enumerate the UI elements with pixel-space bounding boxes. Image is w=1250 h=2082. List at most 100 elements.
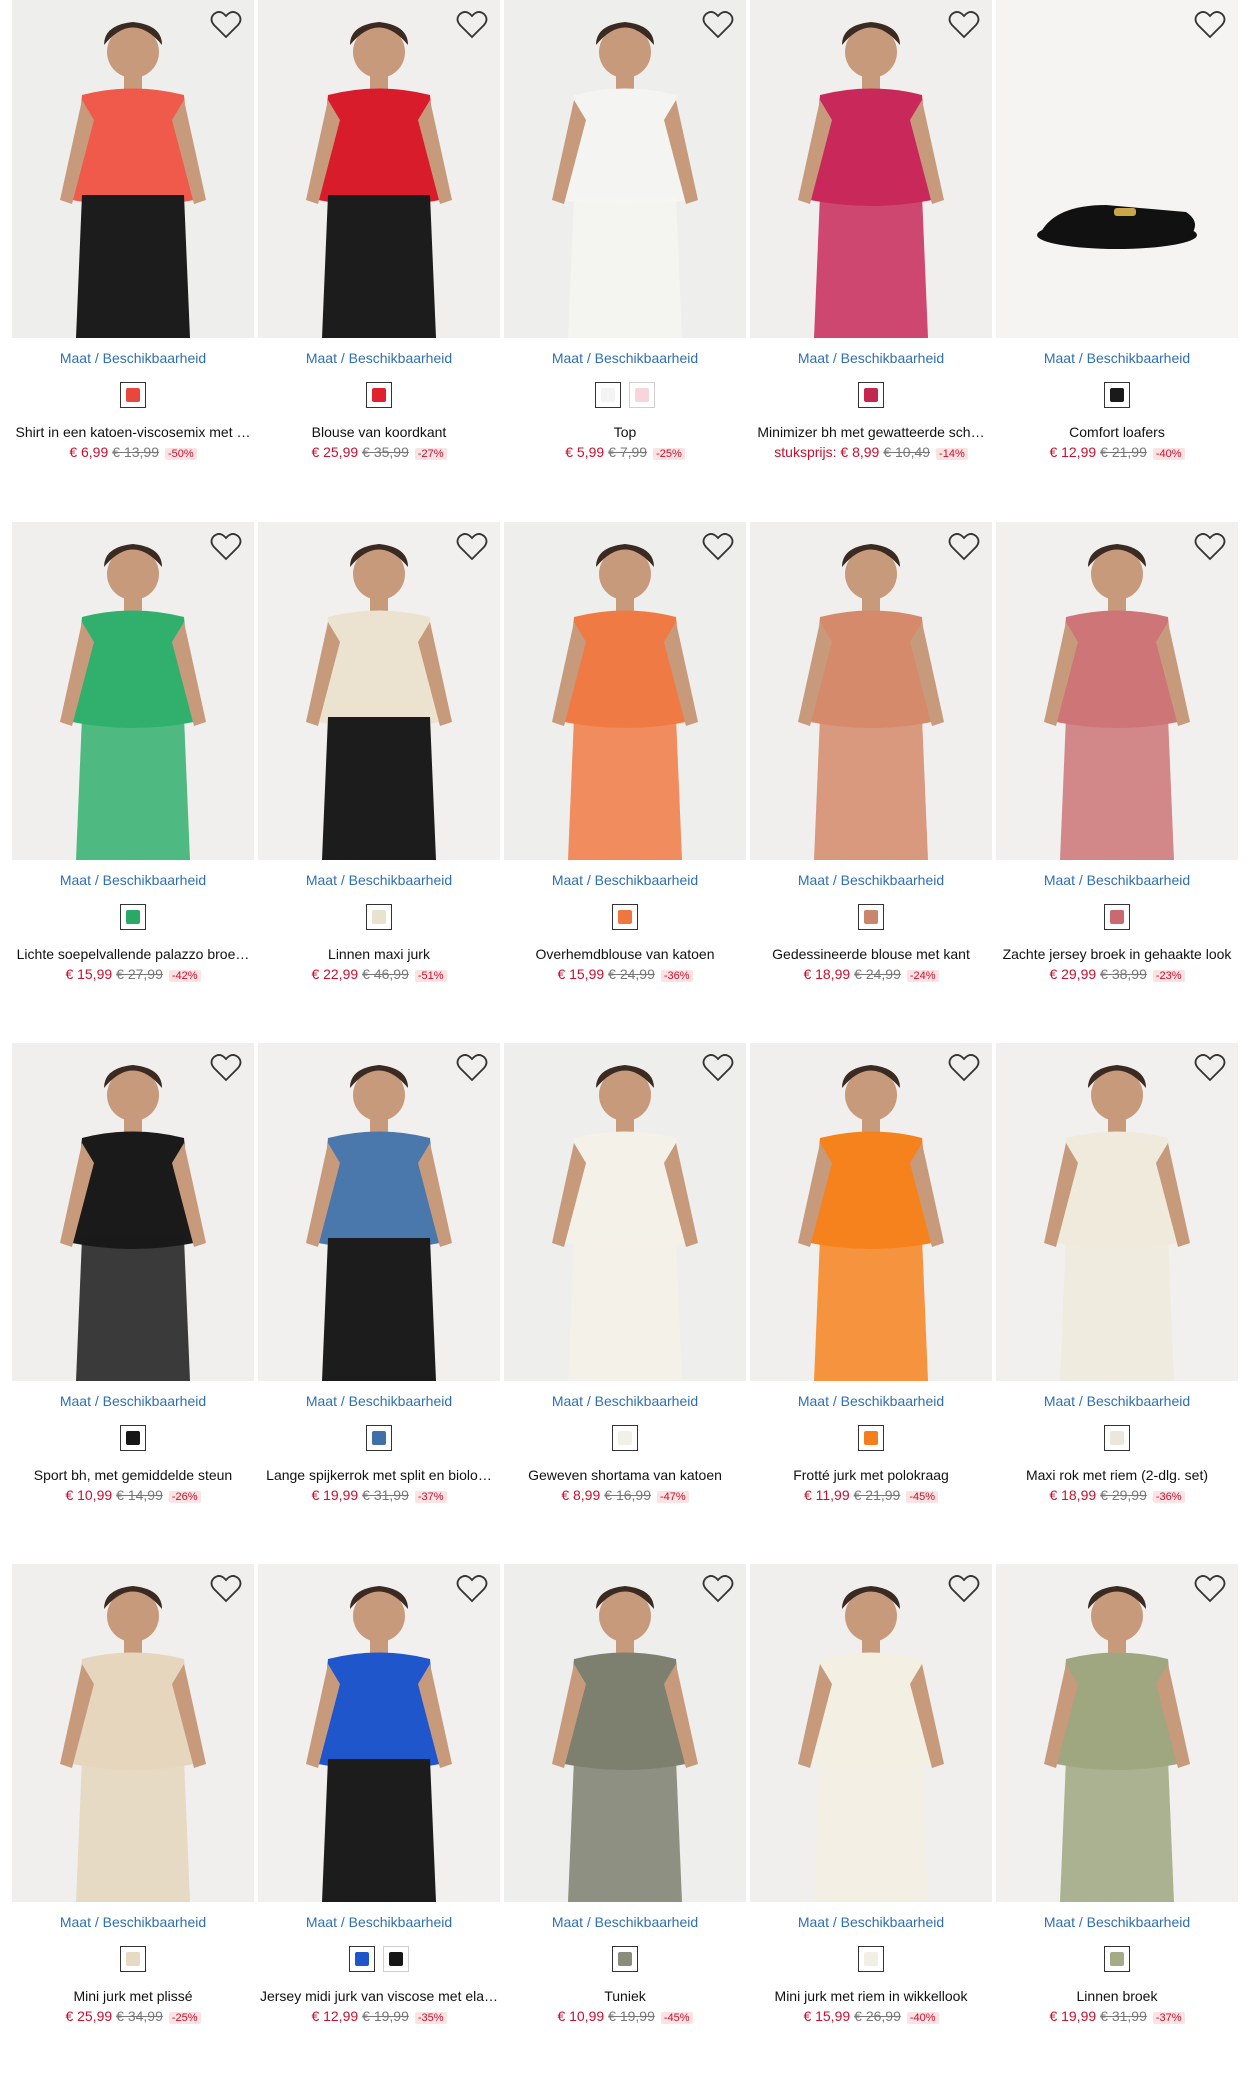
product-card[interactable]: Maat / Beschikbaarheid Sport bh, met gem… xyxy=(12,1043,254,1513)
color-swatch[interactable] xyxy=(366,382,392,408)
color-swatch[interactable] xyxy=(858,1946,884,1972)
product-image[interactable] xyxy=(12,1564,254,1902)
size-availability-link[interactable]: Maat / Beschikbaarheid xyxy=(12,1393,254,1409)
size-availability-link[interactable]: Maat / Beschikbaarheid xyxy=(750,1393,992,1409)
wishlist-heart-icon[interactable] xyxy=(702,1574,734,1604)
product-image[interactable] xyxy=(504,522,746,860)
product-card[interactable]: Maat / Beschikbaarheid Linnen maxi jurk … xyxy=(258,522,500,992)
product-card[interactable]: Maat / Beschikbaarheid Jersey midi jurk … xyxy=(258,1564,500,2034)
size-availability-link[interactable]: Maat / Beschikbaarheid xyxy=(504,1914,746,1930)
size-availability-link[interactable]: Maat / Beschikbaarheid xyxy=(996,872,1238,888)
size-availability-link[interactable]: Maat / Beschikbaarheid xyxy=(750,1914,992,1930)
product-title[interactable]: Linnen broek xyxy=(996,1988,1238,2004)
product-card[interactable]: Maat / Beschikbaarheid Frotté jurk met p… xyxy=(750,1043,992,1513)
color-swatch[interactable] xyxy=(629,382,655,408)
product-image[interactable] xyxy=(996,1564,1238,1902)
wishlist-heart-icon[interactable] xyxy=(210,1053,242,1083)
product-card[interactable]: Maat / Beschikbaarheid Gedessineerde blo… xyxy=(750,522,992,992)
color-swatch[interactable] xyxy=(120,1946,146,1972)
color-swatch[interactable] xyxy=(595,382,621,408)
color-swatch[interactable] xyxy=(120,904,146,930)
wishlist-heart-icon[interactable] xyxy=(702,1053,734,1083)
product-title[interactable]: Linnen maxi jurk xyxy=(258,946,500,962)
color-swatch[interactable] xyxy=(858,904,884,930)
color-swatch[interactable] xyxy=(1104,1946,1130,1972)
product-title[interactable]: Mini jurk met plissé xyxy=(12,1988,254,2004)
product-title[interactable]: Overhemdblouse van katoen xyxy=(504,946,746,962)
product-title[interactable]: Lange spijkerrok met split en biolo… xyxy=(258,1467,500,1483)
size-availability-link[interactable]: Maat / Beschikbaarheid xyxy=(12,350,254,366)
product-title[interactable]: Tuniek xyxy=(504,1988,746,2004)
product-image[interactable] xyxy=(258,0,500,338)
product-title[interactable]: Geweven shortama van katoen xyxy=(504,1467,746,1483)
wishlist-heart-icon[interactable] xyxy=(210,532,242,562)
color-swatch[interactable] xyxy=(120,1425,146,1451)
color-swatch[interactable] xyxy=(366,1425,392,1451)
size-availability-link[interactable]: Maat / Beschikbaarheid xyxy=(258,350,500,366)
color-swatch[interactable] xyxy=(1104,1425,1130,1451)
product-title[interactable]: Sport bh, met gemiddelde steun xyxy=(12,1467,254,1483)
size-availability-link[interactable]: Maat / Beschikbaarheid xyxy=(504,1393,746,1409)
size-availability-link[interactable]: Maat / Beschikbaarheid xyxy=(258,872,500,888)
wishlist-heart-icon[interactable] xyxy=(948,532,980,562)
product-image[interactable] xyxy=(750,0,992,338)
product-card[interactable]: Maat / Beschikbaarheid Zachte jersey bro… xyxy=(996,522,1238,992)
product-title[interactable]: Minimizer bh met gewatteerde sch… xyxy=(750,424,992,440)
product-title[interactable]: Maxi rok met riem (2-dlg. set) xyxy=(996,1467,1238,1483)
product-image[interactable] xyxy=(996,1043,1238,1381)
product-card[interactable]: Maat / Beschikbaarheid Blouse van koordk… xyxy=(258,0,500,470)
color-swatch[interactable] xyxy=(612,904,638,930)
wishlist-heart-icon[interactable] xyxy=(948,1053,980,1083)
product-card[interactable]: Maat / Beschikbaarheid Shirt in een kato… xyxy=(12,0,254,470)
size-availability-link[interactable]: Maat / Beschikbaarheid xyxy=(750,872,992,888)
product-card[interactable]: Maat / Beschikbaarheid Mini jurk met pli… xyxy=(12,1564,254,2034)
product-title[interactable]: Comfort loafers xyxy=(996,424,1238,440)
color-swatch[interactable] xyxy=(366,904,392,930)
size-availability-link[interactable]: Maat / Beschikbaarheid xyxy=(258,1914,500,1930)
product-title[interactable]: Top xyxy=(504,424,746,440)
size-availability-link[interactable]: Maat / Beschikbaarheid xyxy=(996,350,1238,366)
color-swatch[interactable] xyxy=(858,382,884,408)
product-title[interactable]: Blouse van koordkant xyxy=(258,424,500,440)
size-availability-link[interactable]: Maat / Beschikbaarheid xyxy=(504,872,746,888)
wishlist-heart-icon[interactable] xyxy=(456,1053,488,1083)
product-title[interactable]: Mini jurk met riem in wikkellook xyxy=(750,1988,992,2004)
color-swatch[interactable] xyxy=(1104,382,1130,408)
product-title[interactable]: Frotté jurk met polokraag xyxy=(750,1467,992,1483)
product-card[interactable]: Maat / Beschikbaarheid Comfort loafers €… xyxy=(996,0,1238,470)
product-image[interactable] xyxy=(504,1564,746,1902)
wishlist-heart-icon[interactable] xyxy=(948,1574,980,1604)
product-image[interactable] xyxy=(750,1043,992,1381)
product-image[interactable] xyxy=(12,0,254,338)
wishlist-heart-icon[interactable] xyxy=(210,1574,242,1604)
product-card[interactable]: Maat / Beschikbaarheid Top € 5,99 € 7,99-… xyxy=(504,0,746,470)
product-image[interactable] xyxy=(750,1564,992,1902)
product-image[interactable] xyxy=(258,1043,500,1381)
wishlist-heart-icon[interactable] xyxy=(456,10,488,40)
product-image[interactable] xyxy=(996,0,1238,338)
color-swatch[interactable] xyxy=(349,1946,375,1972)
wishlist-heart-icon[interactable] xyxy=(456,532,488,562)
size-availability-link[interactable]: Maat / Beschikbaarheid xyxy=(996,1914,1238,1930)
product-image[interactable] xyxy=(504,0,746,338)
color-swatch[interactable] xyxy=(1104,904,1130,930)
product-card[interactable]: Maat / Beschikbaarheid Lange spijkerrok … xyxy=(258,1043,500,1513)
product-image[interactable] xyxy=(996,522,1238,860)
product-title[interactable]: Gedessineerde blouse met kant xyxy=(750,946,992,962)
color-swatch[interactable] xyxy=(383,1946,409,1972)
product-card[interactable]: Maat / Beschikbaarheid Minimizer bh met … xyxy=(750,0,992,470)
wishlist-heart-icon[interactable] xyxy=(1194,532,1226,562)
product-card[interactable]: Maat / Beschikbaarheid Geweven shortama … xyxy=(504,1043,746,1513)
product-title[interactable]: Lichte soepelvallende palazzo broe… xyxy=(12,946,254,962)
product-title[interactable]: Zachte jersey broek in gehaakte look xyxy=(996,946,1238,962)
product-image[interactable] xyxy=(12,522,254,860)
color-swatch[interactable] xyxy=(612,1425,638,1451)
size-availability-link[interactable]: Maat / Beschikbaarheid xyxy=(996,1393,1238,1409)
product-card[interactable]: Maat / Beschikbaarheid Overhemdblouse va… xyxy=(504,522,746,992)
product-image[interactable] xyxy=(504,1043,746,1381)
product-image[interactable] xyxy=(258,1564,500,1902)
product-title[interactable]: Shirt in een katoen-viscosemix met … xyxy=(12,424,254,440)
color-swatch[interactable] xyxy=(858,1425,884,1451)
wishlist-heart-icon[interactable] xyxy=(1194,1053,1226,1083)
wishlist-heart-icon[interactable] xyxy=(702,532,734,562)
